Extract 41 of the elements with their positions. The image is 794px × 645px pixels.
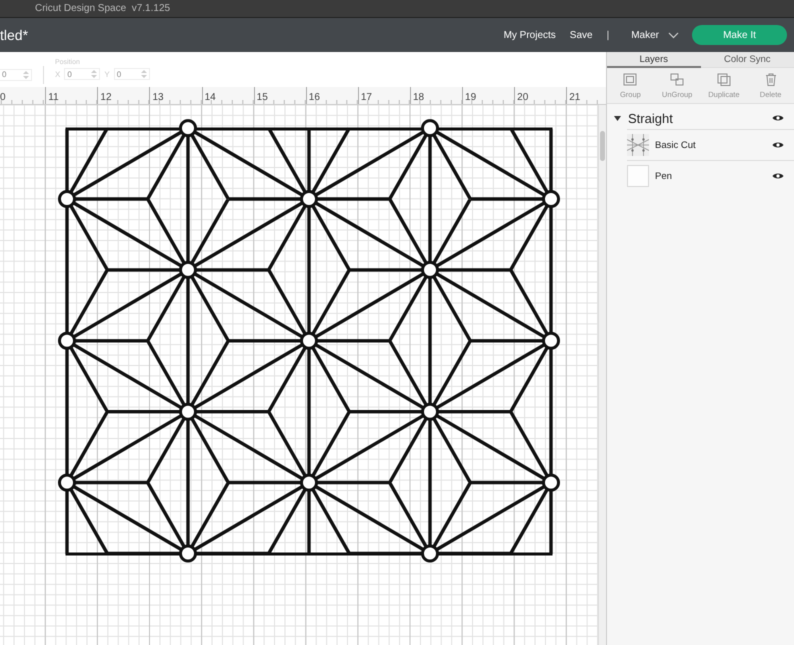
make-it-button[interactable]: Make It	[692, 25, 787, 45]
ruler-label: 0	[0, 92, 6, 103]
ruler-label: 13	[152, 92, 164, 103]
caret-icon[interactable]	[614, 116, 621, 120]
app-title: Cricut Design Space v7.1.125	[35, 3, 170, 14]
size-field[interactable]: 0	[0, 68, 32, 80]
ruler-label: 20	[517, 92, 528, 103]
eye-icon[interactable]	[772, 172, 784, 180]
eye-icon[interactable]	[772, 141, 784, 149]
document-title: tled*	[0, 27, 28, 43]
separator: |	[606, 30, 610, 40]
layer-name[interactable]: Basic Cut	[655, 140, 772, 150]
trash-icon	[764, 72, 777, 86]
eye-icon[interactable]	[772, 114, 784, 122]
ungroup-icon	[670, 72, 684, 86]
pattern-drawing[interactable]	[58, 119, 560, 562]
layer-name[interactable]: Pen	[655, 170, 772, 182]
ruler-label: 16	[308, 92, 320, 103]
layer-group-name[interactable]: Straight	[628, 110, 772, 126]
ruler-label: 17	[360, 92, 372, 103]
group-icon	[623, 72, 638, 86]
header-link[interactable]: Save	[570, 30, 593, 40]
ruler-label: 15	[256, 92, 268, 103]
ruler-label: 14	[204, 92, 216, 103]
stepper-icon	[91, 69, 98, 79]
scrollbar[interactable]	[598, 105, 606, 645]
chevron-icon	[668, 32, 679, 38]
machine-dropdown[interactable]: Maker	[631, 30, 679, 40]
x-field[interactable]: 0	[64, 68, 100, 80]
duplicate-icon	[716, 72, 731, 86]
header-link[interactable]: My Projects	[504, 30, 556, 40]
stepper-icon	[140, 69, 147, 79]
ruler-label: 19	[465, 92, 476, 103]
ruler-label: 11	[48, 92, 59, 103]
ruler-label: 12	[100, 92, 112, 103]
stepper-icon	[23, 70, 29, 80]
pattern-thumbnail	[627, 134, 649, 156]
ruler-label: 21	[569, 92, 580, 103]
blank-thumbnail	[627, 165, 649, 187]
ruler-label: 18	[412, 92, 424, 103]
y-field[interactable]: 0	[114, 68, 150, 80]
